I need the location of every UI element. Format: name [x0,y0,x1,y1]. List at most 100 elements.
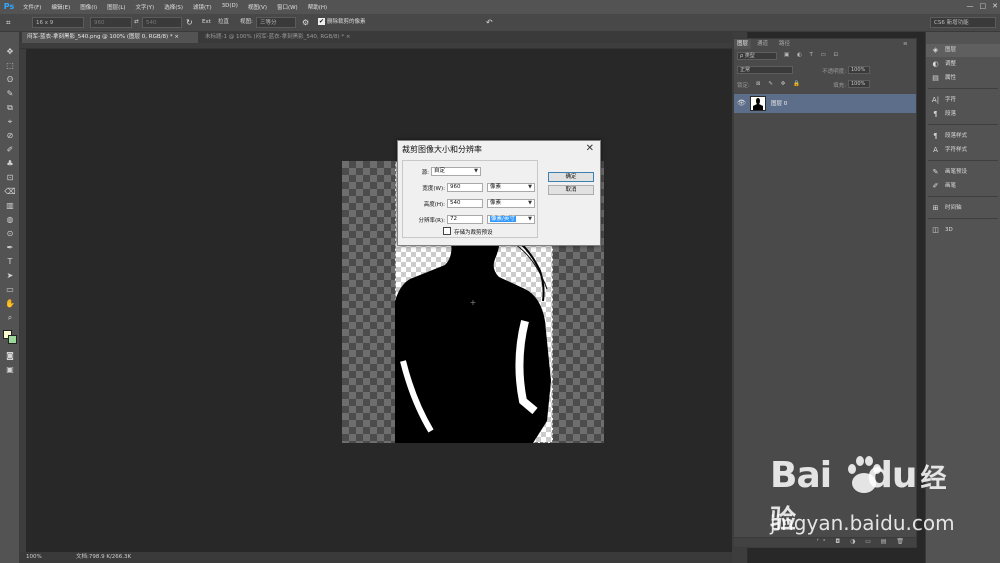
history-brush-tool-icon[interactable]: ⊡ [4,172,16,183]
close-icon[interactable]: ✕ [586,143,594,154]
eye-icon[interactable]: 👁 [737,99,746,107]
type-tool-icon[interactable]: T [4,256,16,267]
dock-item-character[interactable]: A| 字符 [926,94,1000,107]
dock-item-timeline[interactable]: ⊞ 时间轴 [926,202,1000,215]
height-input[interactable]: 540 [447,199,483,208]
width-input[interactable]: 960 [447,183,483,192]
clear-button[interactable]: Ext [202,17,211,28]
height-unit-select[interactable]: 像素 ▼ [487,199,535,208]
menu-type[interactable]: 文字(Y) [131,3,160,11]
rotate-icon[interactable]: ↻ [186,17,193,28]
reset-icon[interactable]: ↶ [486,17,493,28]
zoom-level[interactable]: 100% [26,552,42,563]
dodge-tool-icon[interactable]: ⊙ [4,228,16,239]
gradient-tool-icon[interactable]: ▥ [4,200,16,211]
layer-row[interactable]: 👁 图层 0 [734,94,916,113]
crop-tool-icon[interactable]: ⌗ [6,17,11,28]
view-overlay-select[interactable]: 三等分 [256,17,296,28]
workspace-switcher[interactable]: CS6 新增功能 [930,17,996,28]
tab-document-2[interactable]: 未标题-1 @ 100% (闷军-蓝衣-拿刻黑影_540, RGB/8) * × [200,32,360,43]
close-window-icon[interactable]: ✕ [992,2,998,10]
brush-tool-icon[interactable]: ✐ [4,144,16,155]
dock-item-layers[interactable]: ◈ 图层 [926,44,1000,57]
filter-icons[interactable]: ▣ ◐ T ▭ ⊡ [784,52,854,58]
healing-tool-icon[interactable]: ⊘ [4,130,16,141]
resolution-input[interactable]: 72 [447,215,483,224]
menu-layer[interactable]: 图层(L) [102,3,130,11]
shape-tool-icon[interactable]: ▭ [4,284,16,295]
dock-item-properties[interactable]: ▤ 属性 [926,72,1000,85]
ratio-preset-select[interactable]: 16 x 9 [32,17,84,28]
screen-mode-icon[interactable]: ▣ [4,364,16,375]
3d-icon: ◫ [932,226,939,234]
tab-channels[interactable]: 通道 [754,39,771,49]
brush-icon: ✐ [932,182,939,190]
menu-filter[interactable]: 滤镜(T) [188,3,217,11]
dock-item-adjustments[interactable]: ◐ 调整 [926,58,1000,71]
clone-stamp-tool-icon[interactable]: ♣ [4,158,16,169]
pen-tool-icon[interactable]: ✒ [4,242,16,253]
zoom-tool-icon[interactable]: ⌕ [4,312,16,323]
ok-button[interactable]: 确定 [548,172,594,182]
menu-file[interactable]: 文件(F) [18,3,46,11]
close-icon[interactable]: × [346,34,351,40]
minimize-icon[interactable]: — [967,2,974,10]
dock-label: 画笔预设 [945,169,968,175]
layer-kind-filter[interactable]: ρ 类型 [737,52,777,60]
blur-tool-icon[interactable]: ◍ [4,214,16,225]
dock-item-brush[interactable]: ✐ 画笔 [926,180,1000,193]
panel-menu-icon[interactable]: ≡ [900,39,911,49]
blend-mode-select[interactable]: 正常 [737,66,793,74]
background-color-swatch[interactable] [8,335,17,344]
delete-cropped-checkbox[interactable]: ✔ 删除裁剪的像素 [318,17,366,28]
resolution-unit-value: 像素/英寸 [490,216,516,222]
character-icon: A| [931,96,940,104]
menu-view[interactable]: 视图(V) [243,3,272,11]
dock-item-paragraph[interactable]: ¶ 段落 [926,108,1000,121]
path-select-tool-icon[interactable]: ➤ [4,270,16,281]
document-info[interactable]: 文档:798.9 K/266.3K [76,552,131,563]
dock-item-paragraph-styles[interactable]: ¶ 段落样式 [926,130,1000,143]
dock-item-brush-presets[interactable]: ✎ 画笔预设 [926,166,1000,179]
dock-label: 3D [945,227,953,233]
close-icon[interactable]: × [174,34,179,40]
preset-select[interactable]: 自定 ▼ [431,167,481,176]
layer-name[interactable]: 图层 0 [771,99,787,107]
tab-paths[interactable]: 路径 [776,39,793,49]
width-unit-select[interactable]: 像素 ▼ [487,183,535,192]
crop-tool-side-icon[interactable]: ⧉ [4,102,16,113]
baidu-paw-icon [848,456,881,493]
fill-input[interactable]: 100% [848,80,870,88]
save-preset-checkbox[interactable] [443,227,451,235]
dock-item-character-styles[interactable]: A 字符样式 [926,144,1000,157]
crop-width-input[interactable]: 960 [90,17,132,28]
quick-mask-icon[interactable]: ◙ [4,350,16,361]
menu-help[interactable]: 帮助(H) [303,3,332,11]
dock-item-3d[interactable]: ◫ 3D [926,224,1000,237]
resolution-unit-select[interactable]: 像素/英寸 ▼ [487,215,535,224]
swap-dimensions-icon[interactable]: ⇄ [134,17,139,28]
menu-window[interactable]: 窗口(W) [272,3,303,11]
crop-height-input[interactable]: 540 [142,17,182,28]
cancel-button[interactable]: 取消 [548,185,594,195]
quick-select-tool-icon[interactable]: ✎ [4,88,16,99]
menu-edit[interactable]: 编辑(E) [46,3,75,11]
lasso-tool-icon[interactable]: ʘ [4,74,16,85]
menu-3d[interactable]: 3D(D) [217,3,243,11]
brush-presets-icon: ✎ [932,168,939,176]
menu-image[interactable]: 图像(I) [75,3,102,11]
marquee-tool-icon[interactable]: ⬚ [4,60,16,71]
maximize-icon[interactable]: □ [980,2,987,10]
eraser-tool-icon[interactable]: ⌫ [4,186,16,197]
opacity-input[interactable]: 100% [848,66,870,74]
settings-gear-icon[interactable]: ⚙ [302,17,309,28]
menu-select[interactable]: 选择(S) [159,3,188,11]
lock-icons[interactable]: ⊠ ✎ ✥ 🔒 [756,81,806,87]
eyedropper-tool-icon[interactable]: ⌖ [4,116,16,127]
tab-document-1[interactable]: 闷军-蓝衣-拿刻黑影_540.png @ 100% (图层 0, RGB/8) … [22,32,198,43]
straighten-button[interactable]: 拉直 [218,17,229,28]
options-bar: ⌗ 16 x 9 960 ⇄ 540 ↻ Ext 拉直 视图: 三等分 ⚙ ✔ 删… [0,14,1000,32]
hand-tool-icon[interactable]: ✋ [4,298,16,309]
move-tool-icon[interactable]: ✥ [4,46,16,57]
tab-layers[interactable]: 图层 [734,39,752,49]
